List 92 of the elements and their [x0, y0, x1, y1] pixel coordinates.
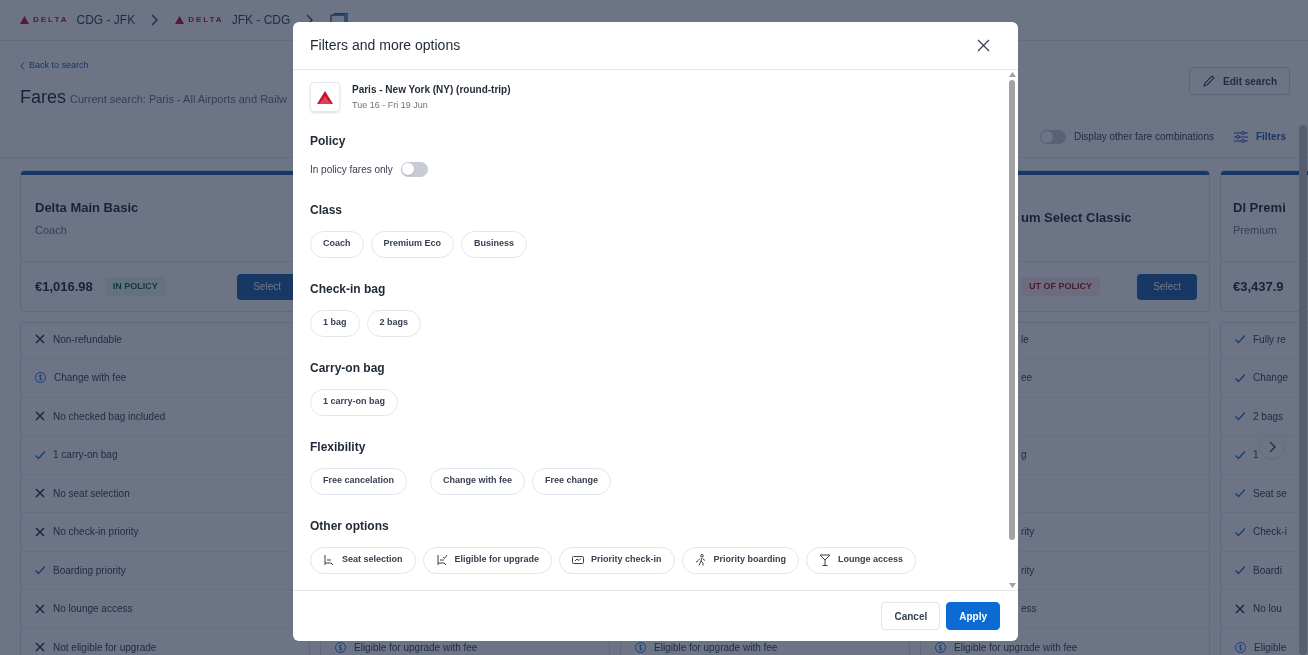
fare-feature: No lou — [1253, 602, 1282, 617]
fare-feature: Change — [1253, 371, 1289, 386]
section-heading: Class — [310, 201, 344, 219]
fare-feature: g — [1021, 448, 1027, 463]
scrollbar[interactable] — [1299, 125, 1307, 655]
fare-feature: 1 — [1253, 448, 1259, 463]
check-icon — [1235, 449, 1245, 460]
fare-feature: Fully re — [1253, 332, 1286, 347]
cross-icon — [35, 526, 45, 537]
fare-feature: ess — [1021, 602, 1037, 617]
close-button[interactable] — [976, 38, 990, 53]
toggle-switch[interactable] — [400, 161, 428, 177]
fare-feature: 1 carry-on bag — [53, 448, 118, 463]
triangle-logo-icon — [175, 16, 185, 24]
airline-name: DELTA — [188, 14, 224, 26]
fare-feature: le — [1021, 332, 1029, 347]
cross-icon — [1235, 603, 1245, 614]
fare-name: um Select Classic — [1021, 209, 1133, 228]
trip-dates: Tue 16 - Fri 19 Jun — [352, 99, 429, 112]
fare-feature: Eligible for upgrade with fee — [654, 640, 778, 655]
sliders-icon — [1234, 130, 1248, 143]
fare-feature: ee — [1021, 371, 1033, 386]
chevron-right-icon — [1268, 441, 1276, 453]
fare-name: Dl Premi — [1233, 199, 1287, 217]
fare-feature: No check-in priority — [53, 525, 139, 540]
walking-person-icon — [694, 554, 707, 566]
airline-name: DELTA — [33, 14, 69, 26]
fare-name: Delta Main Basic — [35, 199, 140, 217]
down-arrow-icon — [1008, 583, 1016, 588]
fare-feature: Check-i — [1253, 525, 1287, 540]
fare-feature: Change with fee — [54, 371, 127, 386]
fare-feature: rity — [1021, 563, 1035, 578]
chevron-right-icon — [151, 14, 160, 26]
check-icon — [35, 449, 45, 460]
section-heading: Policy — [310, 132, 347, 150]
apply-button[interactable]: Apply — [946, 602, 1000, 630]
fare-feature: Boarding priority — [53, 563, 126, 578]
fare-feature: 2 bags — [1253, 409, 1284, 424]
fare-feature: No seat selection — [53, 486, 130, 501]
section-heading: Carry-on bag — [310, 359, 386, 377]
check-icon — [1235, 565, 1245, 576]
fare-feature: Eligible for upgrade with fee — [354, 640, 478, 655]
check-icon — [35, 565, 45, 576]
cancel-button[interactable]: Cancel — [881, 602, 941, 630]
fare-feature: Boardi — [1253, 563, 1282, 578]
check-icon — [1235, 411, 1245, 422]
chevron-left-icon — [20, 61, 25, 70]
section-heading: Flexibility — [310, 438, 367, 456]
dollar-circle-icon — [1235, 641, 1246, 653]
dollar-circle-icon — [935, 641, 946, 653]
cross-icon — [35, 334, 45, 345]
seat-arrow-icon — [435, 554, 448, 566]
cocktail-glass-icon — [819, 554, 832, 566]
fare-feature: No lounge access — [53, 602, 133, 617]
dollar-circle-icon — [335, 641, 346, 653]
fare-feature: Not eligible for upgrade — [53, 640, 157, 655]
fare-price: €3,437.9 — [1233, 277, 1284, 296]
fare-feature: Eligible for upgrade with fee — [954, 640, 1078, 655]
check-icon — [1235, 372, 1245, 383]
toggle-label: In policy fares only — [310, 162, 393, 177]
dialog-title: Filters and more options — [310, 36, 461, 55]
triangle-logo-icon — [20, 16, 29, 24]
fare-feature: No checked bag included — [53, 409, 166, 424]
trip-route: Paris - New York (NY) (round-trip) — [352, 83, 511, 97]
toggle-label: Display other fare combinations — [1073, 130, 1214, 144]
page-title: Fares — [20, 85, 66, 109]
policy-badge: UT OF POLICY — [1021, 276, 1100, 297]
cross-icon — [35, 603, 45, 614]
cross-icon — [35, 642, 45, 653]
cross-icon — [35, 411, 45, 422]
up-arrow-icon — [1008, 72, 1016, 77]
seat-icon — [323, 554, 335, 566]
cabin-class: Premium — [1233, 222, 1278, 238]
check-icon — [1235, 334, 1245, 345]
check-icon — [1235, 488, 1245, 499]
dollar-circle-icon — [35, 372, 46, 384]
fare-feature: rity — [1021, 525, 1035, 540]
check-icon — [1235, 526, 1245, 537]
fare-feature: Eligible — [1254, 640, 1287, 655]
dollar-circle-icon — [635, 641, 646, 653]
cross-icon — [35, 488, 45, 499]
section-heading: Check-in bag — [310, 280, 387, 298]
scrollbar[interactable] — [1008, 72, 1016, 588]
triangle-logo-icon — [317, 90, 333, 104]
ticket-icon — [572, 554, 585, 566]
policy-badge: IN POLICY — [104, 276, 166, 297]
fare-feature: Seat se — [1253, 486, 1287, 501]
section-heading: Other options — [310, 517, 390, 535]
fare-feature: Non-refundable — [53, 332, 122, 347]
fare-price: €1,016.98 — [35, 277, 93, 296]
close-icon — [976, 39, 990, 52]
pencil-icon — [1202, 74, 1216, 88]
